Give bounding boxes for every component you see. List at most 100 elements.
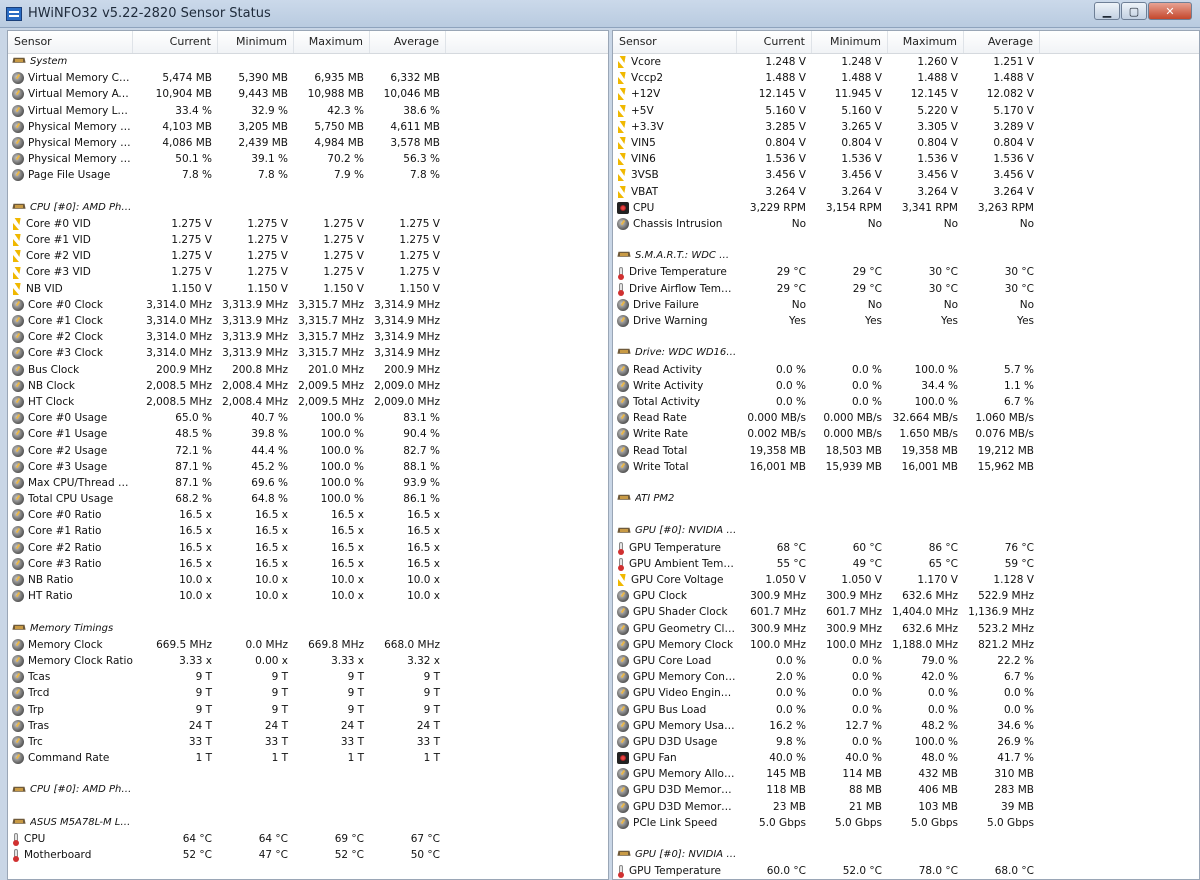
sensor-group-row[interactable]: ATI PM2 xyxy=(613,491,1199,507)
sensor-row[interactable]: GPU Memory Alloca... 145 MB 114 MB 432 MB 31… xyxy=(613,766,1199,782)
sensor-row[interactable]: NB Clock 2,008.5 MHz 2,008.4 MHz 2,009.5 MH… xyxy=(8,378,608,394)
sensor-row[interactable]: Trcd 9 T 9 T 9 T 9 T xyxy=(8,685,608,701)
sensor-row[interactable]: GPU Memory Usage 16.2 % 12.7 % 48.2 % 34.6 % xyxy=(613,718,1199,734)
sensor-row[interactable]: Drive Warning Yes Yes Yes Yes xyxy=(613,313,1199,329)
column-header-maximum[interactable]: Maximum xyxy=(294,31,370,53)
sensor-row[interactable]: Drive Failure No No No No xyxy=(613,297,1199,313)
sensor-row[interactable]: GPU D3D Usage 9.8 % 0.0 % 100.0 % 26.9 % xyxy=(613,734,1199,750)
sensor-row[interactable]: GPU Bus Load 0.0 % 0.0 % 0.0 % 0.0 % xyxy=(613,702,1199,718)
sensor-group-row[interactable]: Drive: WDC WD1600... xyxy=(613,345,1199,361)
sensor-row[interactable]: Page File Usage 7.8 % 7.8 % 7.9 % 7.8 % xyxy=(8,167,608,183)
sensor-row[interactable]: Core #2 VID 1.275 V 1.275 V 1.275 V 1.275 V xyxy=(8,248,608,264)
sensor-row[interactable]: PCIe Link Speed 5.0 Gbps 5.0 Gbps 5.0 Gbps 5… xyxy=(613,815,1199,831)
sensor-row[interactable]: Tras 24 T 24 T 24 T 24 T xyxy=(8,718,608,734)
sensor-row[interactable]: Core #1 Clock 3,314.0 MHz 3,313.9 MHz 3,315… xyxy=(8,313,608,329)
sensor-row[interactable]: Core #3 VID 1.275 V 1.275 V 1.275 V 1.275 V xyxy=(8,264,608,280)
sensor-row[interactable]: Motherboard 52 °C 47 °C 52 °C 50 °C xyxy=(8,847,608,863)
sensor-row[interactable]: GPU Fan 40.0 % 40.0 % 48.0 % 41.7 % xyxy=(613,750,1199,766)
sensor-row[interactable]: GPU Temperature 68 °C 60 °C 86 °C 76 °C xyxy=(613,540,1199,556)
sensor-row[interactable]: Vcore 1.248 V 1.248 V 1.260 V 1.251 V xyxy=(613,54,1199,70)
sensor-row[interactable]: HT Clock 2,008.5 MHz 2,008.4 MHz 2,009.5 MH… xyxy=(8,394,608,410)
column-header-average[interactable]: Average xyxy=(964,31,1040,53)
sensor-row[interactable]: Core #3 Clock 3,314.0 MHz 3,313.9 MHz 3,315… xyxy=(8,345,608,361)
sensor-row[interactable]: Virtual Memory Avai... 10,904 MB 9,443 MB 1… xyxy=(8,86,608,102)
sensor-pane-left[interactable]: Sensor Current Minimum Maximum Average S… xyxy=(7,30,609,880)
sensor-row[interactable]: Core #0 Ratio 16.5 x 16.5 x 16.5 x 16.5 x xyxy=(8,507,608,523)
sensor-group-row[interactable]: System xyxy=(8,54,608,70)
sensor-row[interactable]: VIN5 0.804 V 0.804 V 0.804 V 0.804 V xyxy=(613,135,1199,151)
sensor-row[interactable]: Trc 33 T 33 T 33 T 33 T xyxy=(8,734,608,750)
sensor-row[interactable]: HT Ratio 10.0 x 10.0 x 10.0 x 10.0 x xyxy=(8,588,608,604)
sensor-row[interactable]: Write Activity 0.0 % 0.0 % 34.4 % 1.1 % xyxy=(613,378,1199,394)
sensor-group-row[interactable]: CPU [#0]: AMD Phen... xyxy=(8,200,608,216)
sensor-row[interactable]: Core #0 Usage 65.0 % 40.7 % 100.0 % 83.1 % xyxy=(8,410,608,426)
sensor-row[interactable]: Write Total 16,001 MB 15,939 MB 16,001 MB 15… xyxy=(613,459,1199,475)
sensor-row[interactable]: Core #1 Ratio 16.5 x 16.5 x 16.5 x 16.5 x xyxy=(8,523,608,539)
sensor-row[interactable]: Trp 9 T 9 T 9 T 9 T xyxy=(8,702,608,718)
sensor-row[interactable]: Memory Clock 669.5 MHz 0.0 MHz 669.8 MHz 668… xyxy=(8,637,608,653)
sensor-row[interactable]: GPU Ambient Temp... 55 °C 49 °C 65 °C 59 °C xyxy=(613,556,1199,572)
sensor-row[interactable]: VIN6 1.536 V 1.536 V 1.536 V 1.536 V xyxy=(613,151,1199,167)
sensor-row[interactable]: Read Total 19,358 MB 18,503 MB 19,358 MB 19,… xyxy=(613,443,1199,459)
sensor-row[interactable]: Physical Memory Load 50.1 % 39.1 % 70.2 % 56… xyxy=(8,151,608,167)
sensor-group-row[interactable]: ASUS M5A78L-M LX (... xyxy=(8,815,608,831)
sensor-row[interactable]: Core #3 Ratio 16.5 x 16.5 x 16.5 x 16.5 x xyxy=(8,556,608,572)
sensor-row[interactable]: Physical Memory Av... 4,086 MB 2,439 MB 4,9… xyxy=(8,135,608,151)
sensor-row[interactable]: Tcas 9 T 9 T 9 T 9 T xyxy=(8,669,608,685)
sensor-row[interactable]: 3VSB 3.456 V 3.456 V 3.456 V 3.456 V xyxy=(613,167,1199,183)
sensor-row[interactable]: Bus Clock 200.9 MHz 200.8 MHz 201.0 MHz 200.… xyxy=(8,362,608,378)
sensor-row[interactable]: +3.3V 3.285 V 3.265 V 3.305 V 3.289 V xyxy=(613,119,1199,135)
sensor-row[interactable]: NB VID 1.150 V 1.150 V 1.150 V 1.150 V xyxy=(8,281,608,297)
sensor-row[interactable]: Core #2 Usage 72.1 % 44.4 % 100.0 % 82.7 % xyxy=(8,443,608,459)
sensor-row[interactable]: Vccp2 1.488 V 1.488 V 1.488 V 1.488 V xyxy=(613,70,1199,86)
sensor-row[interactable]: CPU 64 °C 64 °C 69 °C 67 °C xyxy=(8,831,608,847)
sensor-group-row[interactable]: Memory Timings xyxy=(8,621,608,637)
sensor-row[interactable]: Core #2 Clock 3,314.0 MHz 3,313.9 MHz 3,315… xyxy=(8,329,608,345)
sensor-row[interactable]: Virtual Memory Com... 5,474 MB 5,390 MB 6,9… xyxy=(8,70,608,86)
sensor-row[interactable]: Core #2 Ratio 16.5 x 16.5 x 16.5 x 16.5 x xyxy=(8,540,608,556)
sensor-row[interactable]: Read Activity 0.0 % 0.0 % 100.0 % 5.7 % xyxy=(613,362,1199,378)
sensor-row[interactable]: GPU Shader Clock 601.7 MHz 601.7 MHz 1,404.… xyxy=(613,604,1199,620)
sensor-row[interactable]: Core #3 Usage 87.1 % 45.2 % 100.0 % 88.1 % xyxy=(8,459,608,475)
sensor-row[interactable]: Core #0 VID 1.275 V 1.275 V 1.275 V 1.275 V xyxy=(8,216,608,232)
sensor-row[interactable]: Drive Temperature 29 °C 29 °C 30 °C 30 °C xyxy=(613,264,1199,280)
sensor-row[interactable]: Memory Clock Ratio 3.33 x 0.00 x 3.33 x 3.32… xyxy=(8,653,608,669)
sensor-row[interactable]: Virtual Memory Load 33.4 % 32.9 % 42.3 % 38.… xyxy=(8,103,608,119)
sensor-row[interactable]: Core #0 Clock 3,314.0 MHz 3,313.9 MHz 3,315… xyxy=(8,297,608,313)
maximize-button[interactable]: ▢ xyxy=(1121,2,1147,20)
column-header-current[interactable]: Current xyxy=(133,31,218,53)
sensor-row[interactable]: GPU Memory Clock 100.0 MHz 100.0 MHz 1,188.… xyxy=(613,637,1199,653)
title-bar[interactable]: HWiNFO32 v5.22-2820 Sensor Status ▁ ▢ ✕ xyxy=(0,0,1200,28)
sensor-row[interactable]: Total Activity 0.0 % 0.0 % 100.0 % 6.7 % xyxy=(613,394,1199,410)
sensor-row[interactable]: Write Rate 0.002 MB/s 0.000 MB/s 1.650 MB/s… xyxy=(613,426,1199,442)
sensor-row[interactable]: Chassis Intrusion No No No No xyxy=(613,216,1199,232)
minimize-button[interactable]: ▁ xyxy=(1094,2,1120,20)
sensor-row[interactable]: GPU D3D Memory D... 118 MB 88 MB 406 MB 283 … xyxy=(613,782,1199,798)
column-header-minimum[interactable]: Minimum xyxy=(218,31,294,53)
column-header-maximum[interactable]: Maximum xyxy=(888,31,964,53)
sensor-group-row[interactable]: GPU [#0]: NVIDIA G... xyxy=(613,847,1199,863)
column-header-sensor[interactable]: Sensor xyxy=(8,31,133,53)
sensor-row[interactable]: VBAT 3.264 V 3.264 V 3.264 V 3.264 V xyxy=(613,184,1199,200)
sensor-row[interactable]: Physical Memory Used 4,103 MB 3,205 MB 5,75… xyxy=(8,119,608,135)
sensor-row[interactable]: GPU Video Engine L... 0.0 % 0.0 % 0.0 % 0.0 … xyxy=(613,685,1199,701)
sensor-row[interactable]: GPU Geometry Clock 300.9 MHz 300.9 MHz 632.… xyxy=(613,621,1199,637)
sensor-row[interactable]: Total CPU Usage 68.2 % 64.8 % 100.0 % 86.1 % xyxy=(8,491,608,507)
column-header-current[interactable]: Current xyxy=(737,31,812,53)
sensor-row[interactable]: Core #1 Usage 48.5 % 39.8 % 100.0 % 90.4 % xyxy=(8,426,608,442)
sensor-row[interactable]: GPU D3D Memory D... 23 MB 21 MB 103 MB 39 MB xyxy=(613,799,1199,815)
sensor-row[interactable]: Read Rate 0.000 MB/s 0.000 MB/s 32.664 MB/s… xyxy=(613,410,1199,426)
sensor-row[interactable]: Max CPU/Thread U... 87.1 % 69.6 % 100.0 % 93… xyxy=(8,475,608,491)
sensor-row[interactable]: NB Ratio 10.0 x 10.0 x 10.0 x 10.0 x xyxy=(8,572,608,588)
sensor-group-row[interactable]: GPU [#0]: NVIDIA G... xyxy=(613,523,1199,539)
sensor-row[interactable]: +5V 5.160 V 5.160 V 5.220 V 5.170 V xyxy=(613,103,1199,119)
sensor-row[interactable]: Core #1 VID 1.275 V 1.275 V 1.275 V 1.275 V xyxy=(8,232,608,248)
column-header-minimum[interactable]: Minimum xyxy=(812,31,888,53)
sensor-row[interactable]: GPU Memory Contr... 2.0 % 0.0 % 42.0 % 6.7 % xyxy=(613,669,1199,685)
sensor-row[interactable]: GPU Temperature 60.0 °C 52.0 °C 78.0 °C 68.0… xyxy=(613,863,1199,879)
sensor-group-row[interactable]: S.M.A.R.T.: WDC W... xyxy=(613,248,1199,264)
column-header-average[interactable]: Average xyxy=(370,31,446,53)
sensor-row[interactable]: GPU Core Voltage 1.050 V 1.050 V 1.170 V 1.1… xyxy=(613,572,1199,588)
sensor-row[interactable]: GPU Clock 300.9 MHz 300.9 MHz 632.6 MHz 522.… xyxy=(613,588,1199,604)
close-button[interactable]: ✕ xyxy=(1148,2,1192,20)
